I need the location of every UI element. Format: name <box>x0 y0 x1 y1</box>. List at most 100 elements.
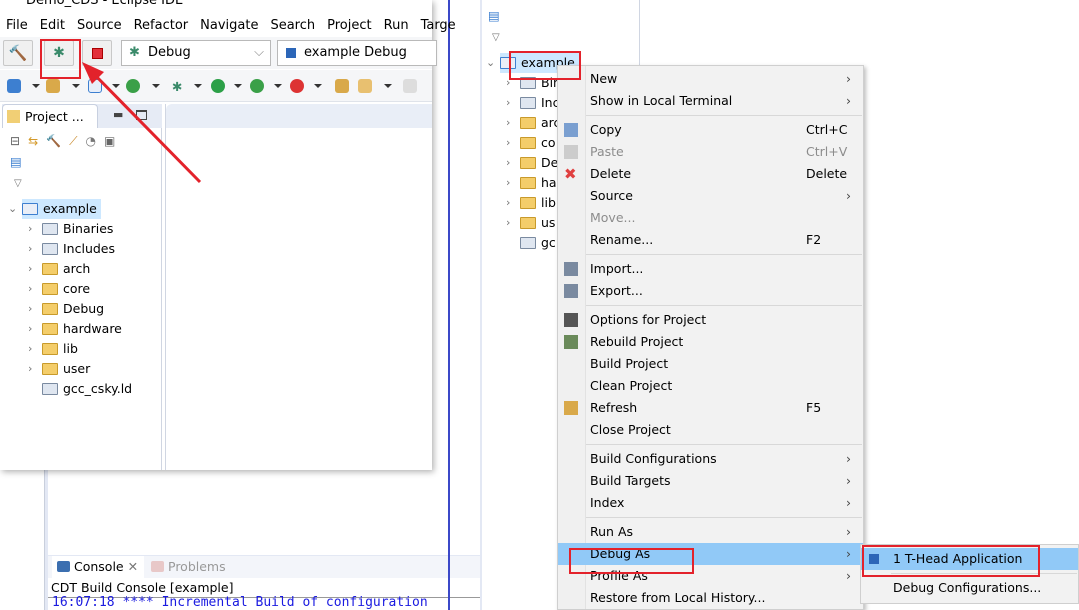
menu-item-delete[interactable]: ✖ Delete Delete <box>558 163 863 185</box>
folder-icon <box>520 197 536 209</box>
chevron-right-icon[interactable]: › <box>506 153 510 173</box>
tree-label: Binaries <box>63 221 114 236</box>
menu-item-restore-from-local-history[interactable]: Restore from Local History... <box>558 587 863 609</box>
chevron-right-icon: › <box>846 524 851 539</box>
folder-icon <box>42 303 58 315</box>
menu-item-show-in-local-terminal[interactable]: Show in Local Terminal › <box>558 90 863 112</box>
folder-icon <box>42 363 58 375</box>
menu-item-run-as[interactable]: Run As › <box>558 521 863 543</box>
folder-icon <box>42 263 58 275</box>
chevron-right-icon: › <box>846 93 851 108</box>
menu-item-index[interactable]: Index › <box>558 492 863 514</box>
chevron-right-icon: › <box>846 495 851 510</box>
annotation-box-debug-as <box>569 548 694 574</box>
tree-label: ha <box>541 175 557 190</box>
c-project-icon <box>22 203 38 215</box>
linker-file-icon <box>520 237 536 249</box>
view-menu-chevron-icon[interactable]: ▽ <box>492 32 500 43</box>
folder-icon <box>520 177 536 189</box>
menu-item-close-project[interactable]: Close Project <box>558 419 863 441</box>
chevron-right-icon[interactable]: › <box>506 133 510 153</box>
console-icon <box>57 561 70 572</box>
tree-label: lib <box>541 195 556 210</box>
linker-file-icon <box>42 383 58 395</box>
menu-item-shortcut: Ctrl+V <box>806 144 848 159</box>
menu-item-label: Index <box>590 495 625 510</box>
menu-item-rebuild-project[interactable]: Rebuild Project <box>558 331 863 353</box>
chevron-right-icon: › <box>846 188 851 203</box>
chevron-right-icon[interactable]: › <box>28 359 32 379</box>
folder-icon <box>520 217 536 229</box>
menu-item-label: New <box>590 71 618 86</box>
chevron-right-icon: › <box>846 451 851 466</box>
tree-label: example <box>43 201 97 216</box>
console-output[interactable]: CDT Build Console [example] 16:07:18 ***… <box>48 578 480 610</box>
chevron-right-icon[interactable]: › <box>28 299 32 319</box>
tab-label: Console <box>74 559 124 574</box>
menu-item-paste[interactable]: Paste Ctrl+V <box>558 141 863 163</box>
menu-item-refresh[interactable]: Refresh F5 <box>558 397 863 419</box>
menu-item-export[interactable]: Export... <box>558 280 863 302</box>
binaries-icon <box>42 223 58 235</box>
view-menu-icon[interactable]: ▤ <box>488 8 500 23</box>
menu-item-build-targets[interactable]: Build Targets › <box>558 470 863 492</box>
menu-item-import[interactable]: Import... <box>558 258 863 280</box>
submenu-debug-configurations[interactable]: Debug Configurations... <box>861 577 1078 599</box>
import-icon <box>564 262 578 276</box>
menu-item-copy[interactable]: Copy Ctrl+C <box>558 119 863 141</box>
chevron-down-icon[interactable]: ⌄ <box>8 199 17 219</box>
chevron-right-icon[interactable]: › <box>506 193 510 213</box>
menu-item-label: Refresh <box>590 400 638 415</box>
menu-item-new[interactable]: New › <box>558 68 863 90</box>
tree-label: us <box>541 215 556 230</box>
menu-item-label: Rebuild Project <box>590 334 684 349</box>
folder-icon <box>42 323 58 335</box>
chevron-right-icon[interactable]: › <box>28 339 32 359</box>
chevron-right-icon[interactable]: › <box>506 173 510 193</box>
tree-label: hardware <box>63 321 122 336</box>
console-tabbar: Console ✕ Problems <box>48 556 480 578</box>
context-menu: New › Show in Local Terminal › Copy Ctrl+C Pas… <box>557 65 864 610</box>
menu-item-label: Close Project <box>590 422 671 437</box>
menu-separator <box>586 444 862 445</box>
chevron-right-icon[interactable]: › <box>28 239 32 259</box>
chevron-right-icon[interactable]: › <box>28 219 32 239</box>
submenu-label: Debug Configurations... <box>893 580 1042 595</box>
menu-item-label: Build Configurations <box>590 451 717 466</box>
tree-label: Debug <box>63 301 105 316</box>
menu-item-build-project[interactable]: Build Project <box>558 353 863 375</box>
menu-separator <box>586 115 862 116</box>
menu-separator <box>586 305 862 306</box>
tree-label: user <box>63 361 91 376</box>
chevron-right-icon[interactable]: › <box>506 213 510 233</box>
delete-icon: ✖ <box>564 165 577 183</box>
menu-item-rename[interactable]: Rename... F2 <box>558 229 863 251</box>
chevron-down-icon[interactable]: ⌄ <box>486 53 495 73</box>
chevron-right-icon[interactable]: › <box>506 93 510 113</box>
tree-label: co <box>541 135 556 150</box>
menu-item-build-configurations[interactable]: Build Configurations › <box>558 448 863 470</box>
tree-label: gc <box>541 235 556 250</box>
tab-label: Problems <box>168 559 226 574</box>
tree-item-project[interactable]: ⌄ example <box>8 199 101 219</box>
menu-item-label: Build Project <box>590 356 669 371</box>
chevron-right-icon[interactable]: › <box>28 259 32 279</box>
divider-line <box>448 0 450 610</box>
menu-item-options-for-project[interactable]: Options for Project <box>558 309 863 331</box>
menu-item-source[interactable]: Source › <box>558 185 863 207</box>
menu-item-clean-project[interactable]: Clean Project <box>558 375 863 397</box>
tab-console[interactable]: Console ✕ <box>52 556 144 578</box>
chevron-right-icon[interactable]: › <box>28 319 32 339</box>
menu-item-label: Options for Project <box>590 312 707 327</box>
menu-item-label: Restore from Local History... <box>590 590 766 605</box>
console-line: 16:07:18 **** Incremental Build of confi… <box>52 595 428 610</box>
chevron-right-icon[interactable]: › <box>506 113 510 133</box>
menu-item-move[interactable]: Move... <box>558 207 863 229</box>
annotation-box-project <box>509 51 581 80</box>
menu-item-label: Move... <box>590 210 636 225</box>
chevron-right-icon[interactable]: › <box>28 279 32 299</box>
chevron-right-icon: › <box>846 71 851 86</box>
paste-icon <box>564 145 578 159</box>
tab-problems[interactable]: Problems <box>146 556 226 578</box>
menu-separator <box>586 254 862 255</box>
